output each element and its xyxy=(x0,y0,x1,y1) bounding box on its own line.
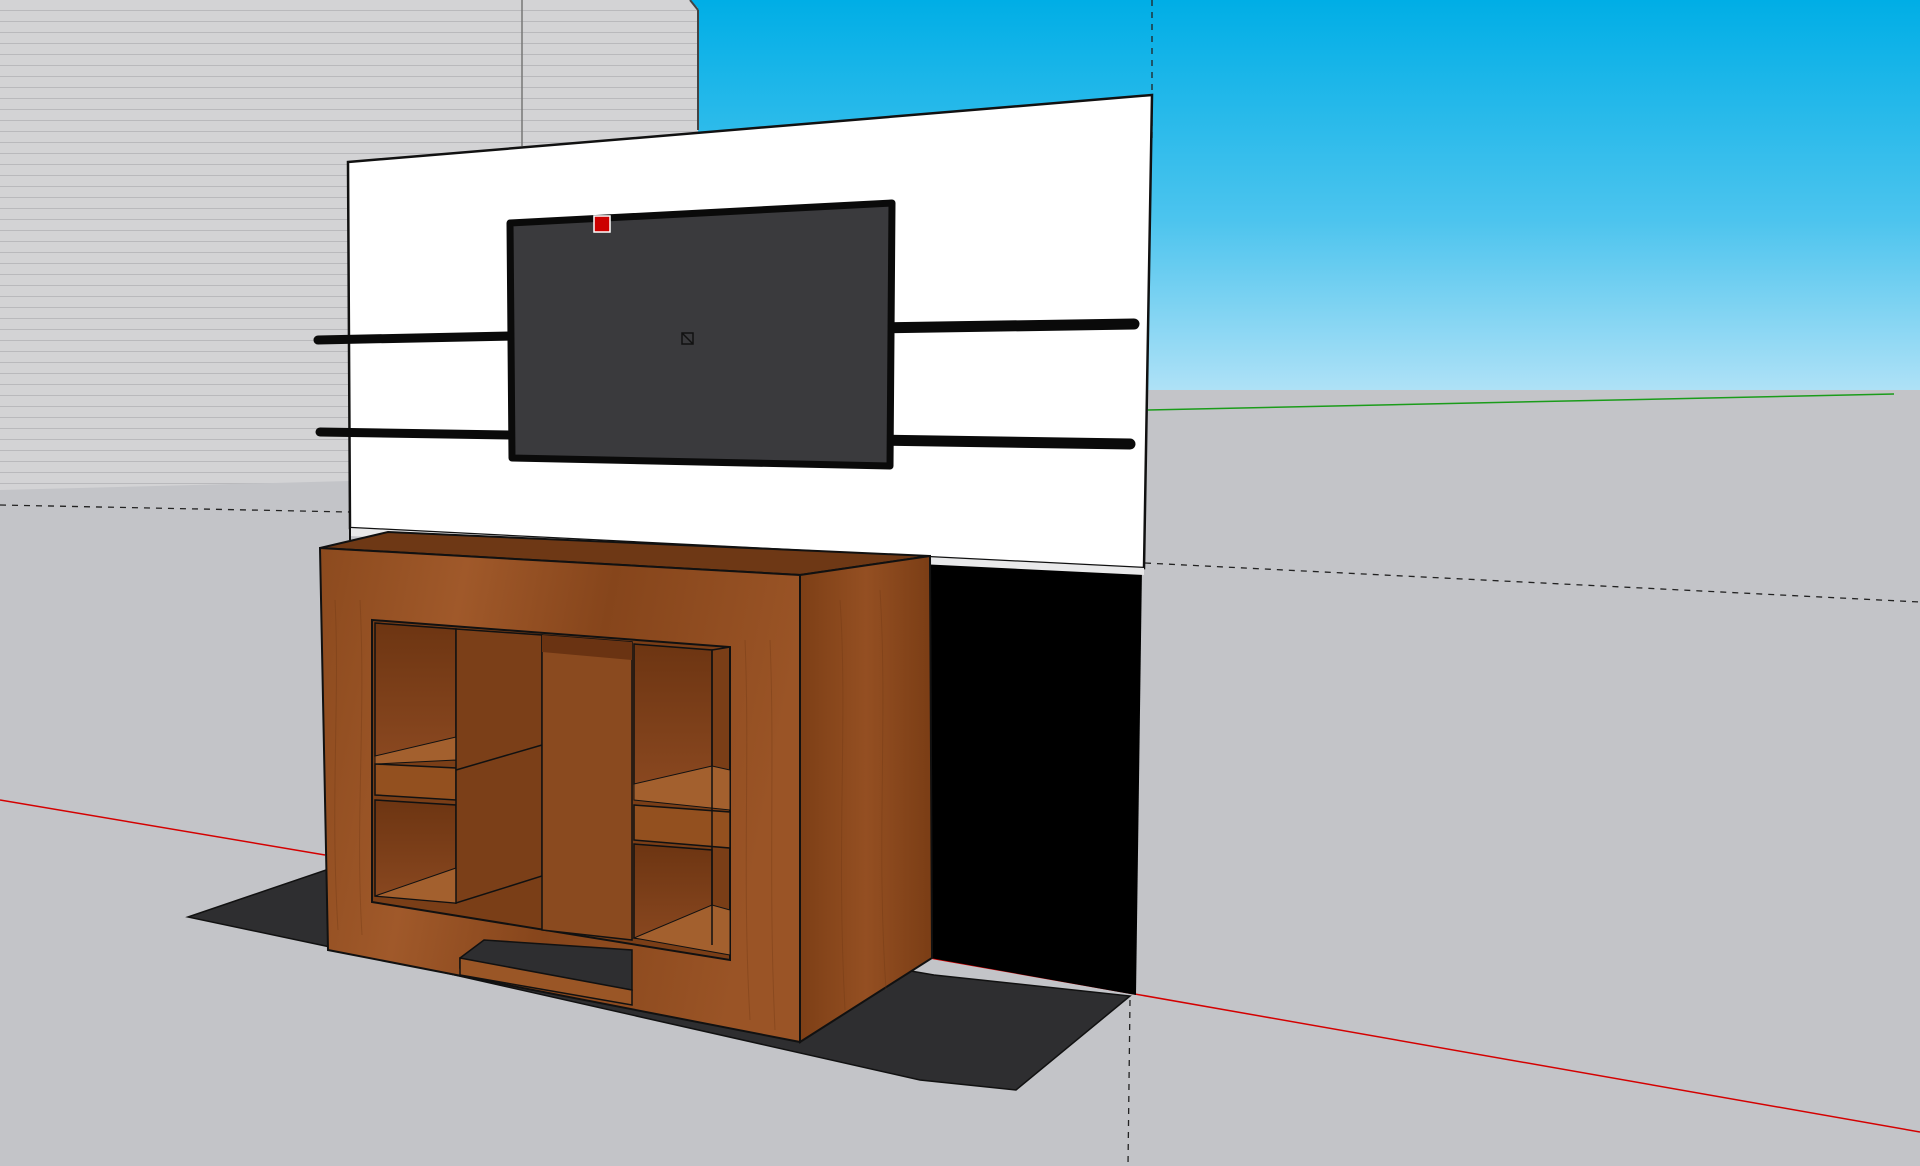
media-cabinet[interactable] xyxy=(318,530,934,1044)
shelf-left-bottom xyxy=(315,427,517,440)
shelf-left-top xyxy=(313,331,517,345)
wall-opening xyxy=(930,560,1142,995)
selection-marker[interactable] xyxy=(593,215,611,233)
center-bay xyxy=(541,634,633,941)
scene-status xyxy=(0,0,1,1)
right-drawer xyxy=(633,804,731,849)
shelf-right-bottom xyxy=(868,434,1136,450)
tv-screen[interactable] xyxy=(506,199,896,470)
left-drawer xyxy=(374,763,457,801)
cabinet-side xyxy=(799,554,934,1044)
3d-viewport[interactable] xyxy=(0,0,1920,1166)
shelf-right-top xyxy=(868,318,1140,334)
scene-canvas[interactable] xyxy=(0,0,1920,1166)
right-upper-cubby xyxy=(633,643,713,791)
